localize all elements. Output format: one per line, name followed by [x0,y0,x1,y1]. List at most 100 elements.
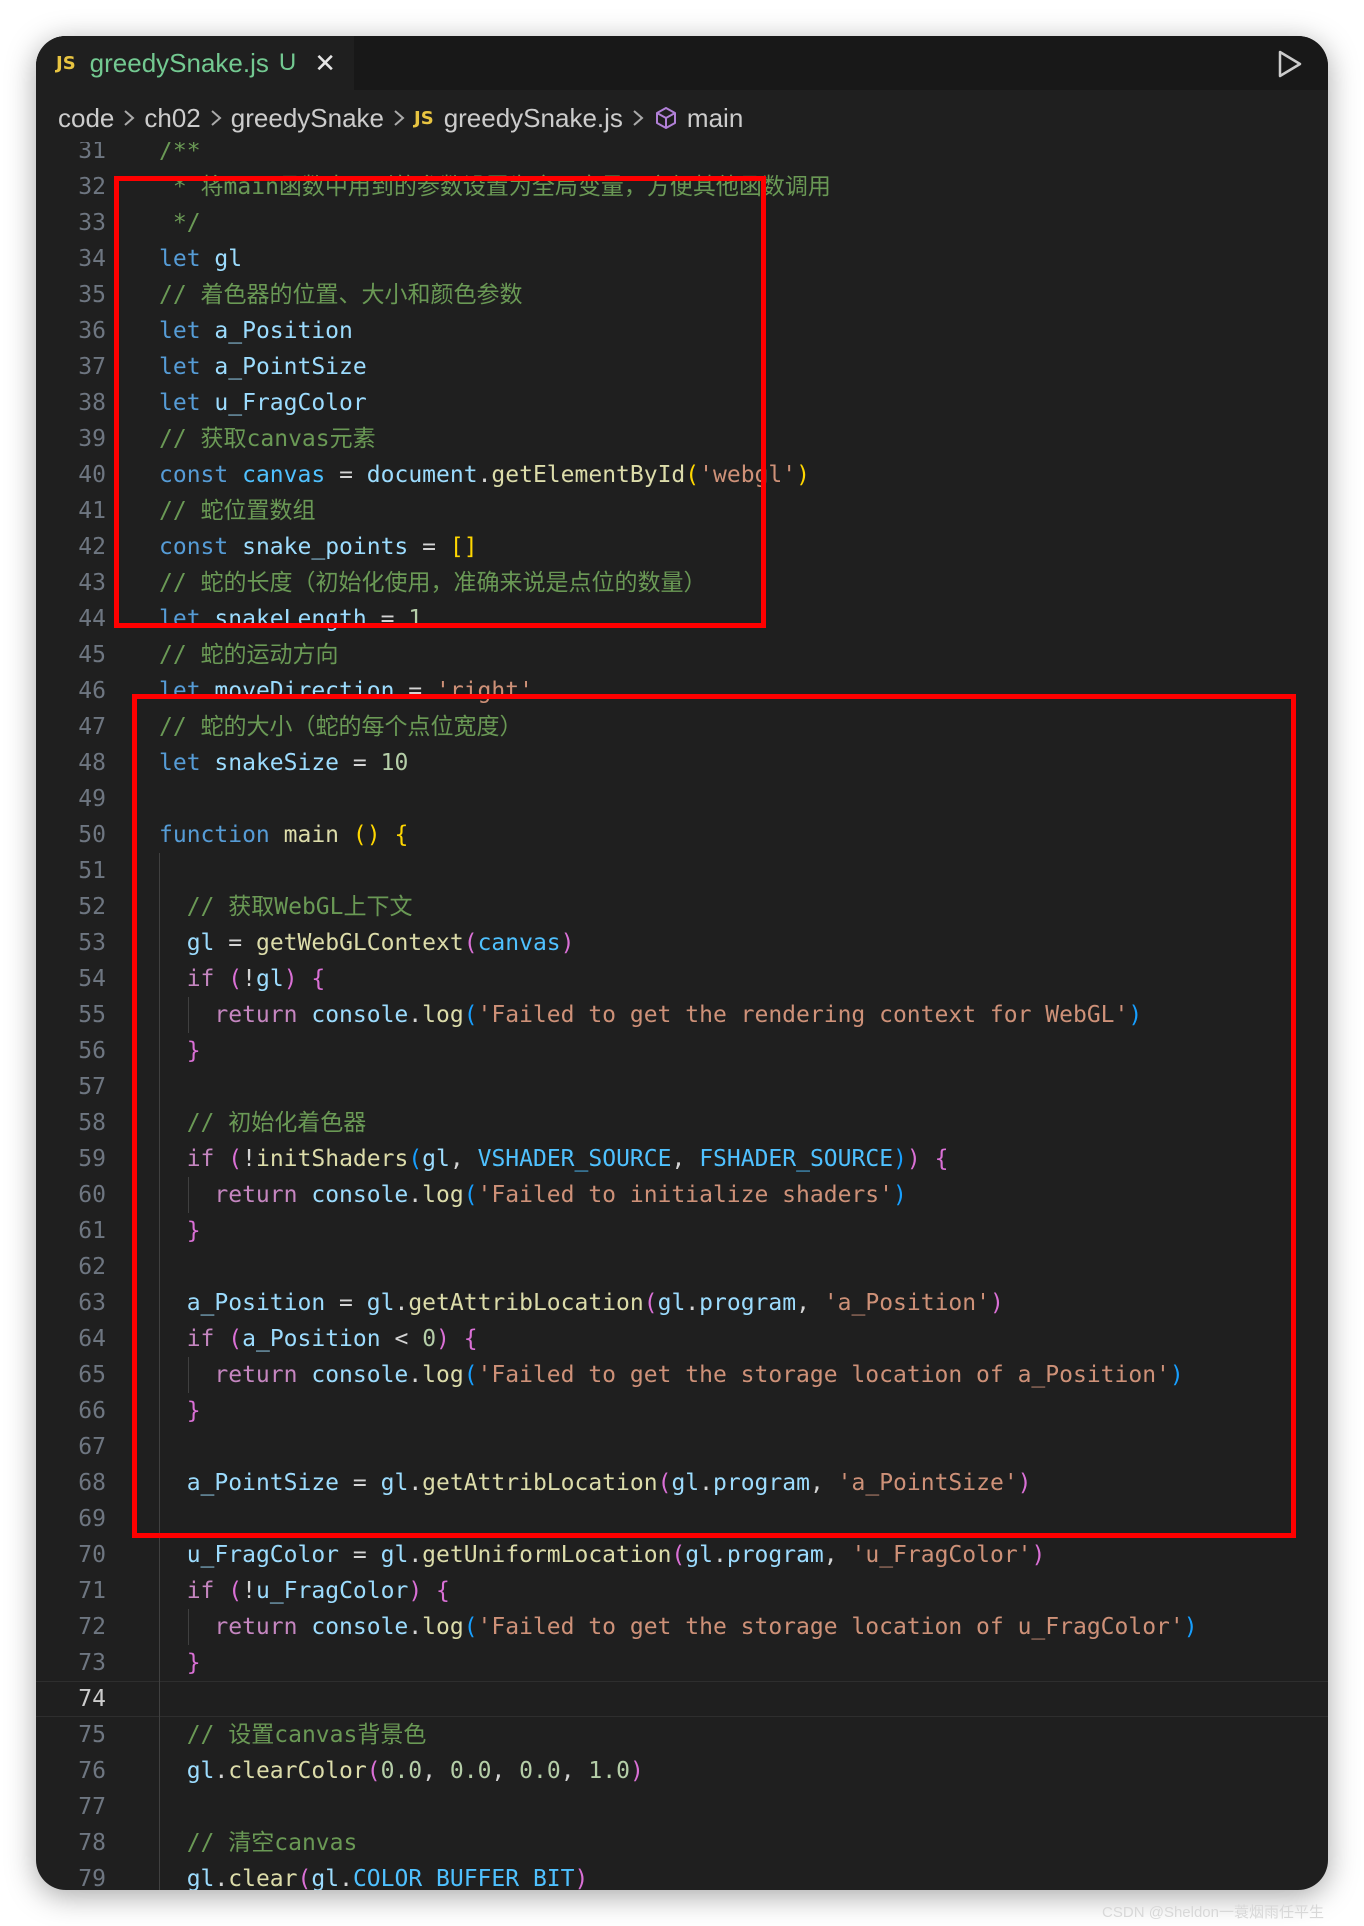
code-line[interactable]: 40 const canvas = document.getElementById… [36,457,1328,493]
breadcrumb-item-file[interactable]: greedySnake.js [444,103,623,134]
code-line[interactable]: 33 */ [36,205,1328,241]
code-line[interactable]: 49 [36,781,1328,817]
code-line[interactable]: 31 /** [36,142,1328,169]
code-line[interactable]: 32 * 将main函数中用到的参数设置为全局变量，方便其他函数调用 [36,169,1328,205]
code-text: // 蛇位置数组 [159,498,316,524]
breadcrumb-item-ch02[interactable]: ch02 [144,103,200,134]
line-number: 59 [78,1146,106,1172]
line-number: 37 [78,354,106,380]
code-line[interactable]: 43 // 蛇的长度（初始化使用，准确来说是点位的数量） [36,565,1328,601]
indent-guide [159,1069,160,1105]
code-line[interactable]: 71 if (!u_FragColor) { [36,1573,1328,1609]
close-tab-icon[interactable]: ✕ [314,48,336,79]
code-text: // 获取WebGL上下文 [186,894,413,920]
code-line[interactable]: 72 return console.log('Failed to get the… [36,1609,1328,1645]
line-number: 46 [78,678,106,704]
code-line[interactable]: 35 // 着色器的位置、大小和颜色参数 [36,277,1328,313]
line-number: 66 [78,1398,106,1424]
code-line[interactable]: 47 // 蛇的大小（蛇的每个点位宽度） [36,709,1328,745]
code-line[interactable]: 52 // 获取WebGL上下文 [36,889,1328,925]
code-line[interactable]: 38 let u_FragColor [36,385,1328,421]
breadcrumb-item-greedysnake[interactable]: greedySnake [231,103,384,134]
javascript-file-icon: JS [414,107,434,129]
code-line[interactable]: 39 // 获取canvas元素 [36,421,1328,457]
code-line[interactable]: 64 if (a_Position < 0) { [36,1321,1328,1357]
line-number: 32 [78,174,106,200]
code-line[interactable]: 70 u_FragColor = gl.getUniformLocation(g… [36,1537,1328,1573]
code-line[interactable]: 53 gl = getWebGLContext(canvas) [36,925,1328,961]
breadcrumb-item-code[interactable]: code [58,103,114,134]
code-line[interactable]: 75 // 设置canvas背景色 [36,1717,1328,1753]
indent-guide [159,1429,160,1465]
code-text: let u_FragColor [159,390,367,416]
code-text: } [186,1398,201,1424]
code-line[interactable]: 61 } [36,1213,1328,1249]
line-number: 44 [78,606,106,632]
code-line[interactable]: 34 let gl [36,241,1328,277]
line-number: 70 [78,1542,106,1568]
code-line[interactable]: 74 [36,1681,1328,1717]
line-number: 62 [78,1254,106,1280]
indent-guide [159,1789,160,1825]
line-number: 53 [78,930,106,956]
code-line[interactable]: 60 return console.log('Failed to initial… [36,1177,1328,1213]
code-line[interactable]: 50 function main () { [36,817,1328,853]
code-text: if (!initShaders(gl, VSHADER_SOURCE, FSH… [186,1146,949,1172]
code-line[interactable]: 36 let a_Position [36,313,1328,349]
code-line[interactable]: 78 // 清空canvas [36,1825,1328,1861]
line-number: 73 [78,1650,106,1676]
code-line[interactable]: 67 [36,1429,1328,1465]
code-line[interactable]: 51 [36,853,1328,889]
code-line[interactable]: 37 let a_PointSize [36,349,1328,385]
tab-greedysnake-js[interactable]: JS greedySnake.js U ✕ [36,36,354,90]
line-number: 57 [78,1074,106,1100]
code-line[interactable]: 79 gl.clear(gl.COLOR_BUFFER_BIT) [36,1861,1328,1890]
code-text: const snake_points = [] [159,534,478,560]
line-number: 43 [78,570,106,596]
code-line[interactable]: 65 return console.log('Failed to get the… [36,1357,1328,1393]
line-number: 49 [78,786,106,812]
code-line[interactable]: 55 return console.log('Failed to get the… [36,997,1328,1033]
code-text: // 蛇的运动方向 [159,642,339,668]
code-line[interactable]: 66 } [36,1393,1328,1429]
code-text: // 设置canvas背景色 [186,1722,427,1748]
line-number: 60 [78,1182,106,1208]
code-line[interactable]: 69 [36,1501,1328,1537]
code-line[interactable]: 62 [36,1249,1328,1285]
code-line[interactable]: 42 const snake_points = [] [36,529,1328,565]
code-editor[interactable]: 31/** 32 * 将main函数中用到的参数设置为全局变量，方便其他函数调用 3… [36,142,1328,1890]
indent-guide [159,1501,160,1537]
line-number: 61 [78,1218,106,1244]
code-line[interactable]: 48 let snakeSize = 10 [36,745,1328,781]
code-line[interactable]: 59 if (!initShaders(gl, VSHADER_SOURCE, … [36,1141,1328,1177]
code-text: if (a_Position < 0) { [186,1326,478,1352]
code-text: return console.log('Failed to get the re… [214,1002,1143,1028]
code-line[interactable]: 63 a_Position = gl.getAttribLocation(gl.… [36,1285,1328,1321]
code-line[interactable]: 41 // 蛇位置数组 [36,493,1328,529]
untracked-badge: U [278,49,297,76]
code-text: return console.log('Failed to get the st… [214,1362,1184,1388]
code-text: * 将main函数中用到的参数设置为全局变量，方便其他函数调用 [159,174,831,200]
run-icon[interactable] [1268,44,1308,84]
code-line[interactable]: 44 let snakeLength = 1 [36,601,1328,637]
code-text: gl.clear(gl.COLOR_BUFFER_BIT) [186,1866,589,1890]
code-line[interactable]: 56 } [36,1033,1328,1069]
code-line[interactable]: 58 // 初始化着色器 [36,1105,1328,1141]
code-line[interactable]: 76 gl.clearColor(0.0, 0.0, 0.0, 1.0) [36,1753,1328,1789]
code-line[interactable]: 68 a_PointSize = gl.getAttribLocation(gl… [36,1465,1328,1501]
breadcrumb: code ch02 greedySnake JS greedySnake.js … [58,94,743,142]
code-line[interactable]: 57 [36,1069,1328,1105]
code-line[interactable]: 45 // 蛇的运动方向 [36,637,1328,673]
code-line[interactable]: 73 } [36,1645,1328,1681]
code-text: u_FragColor = gl.getUniformLocation(gl.p… [186,1542,1046,1568]
code-text: // 蛇的大小（蛇的每个点位宽度） [159,714,523,740]
code-line[interactable]: 46 let moveDirection = 'right' [36,673,1328,709]
code-line[interactable]: 54 if (!gl) { [36,961,1328,997]
line-number: 45 [78,642,106,668]
breadcrumb-item-symbol[interactable]: main [687,103,743,134]
chevron-right-icon [209,108,223,128]
code-text: } [186,1038,201,1064]
line-number: 77 [78,1794,106,1820]
code-line[interactable]: 77 [36,1789,1328,1825]
code-text: gl = getWebGLContext(canvas) [186,930,575,956]
